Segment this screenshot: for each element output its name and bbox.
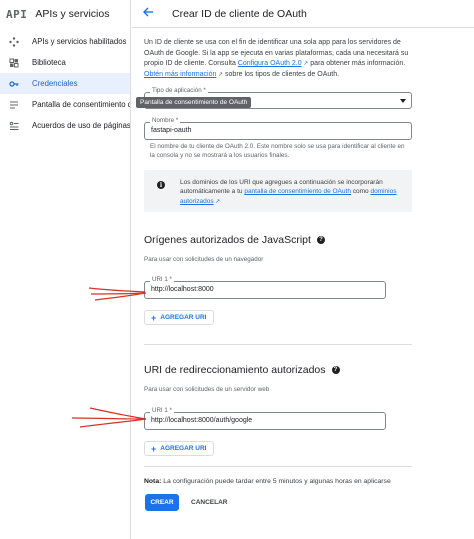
redirect-uris-title-text: URI de redireccionamiento autorizados (144, 364, 326, 376)
name-helper-text: El nombre de tu cliente de OAuth 2.0. Es… (150, 143, 405, 159)
sidebar-header: API APIs y servicios (0, 0, 130, 28)
name-value: fastapi-oauth (151, 127, 192, 134)
api-logo: API (6, 7, 28, 21)
sidebar-item-consent-screen[interactable]: Pantalla de consentimiento de OAuth (0, 94, 130, 115)
uri-value: http://localhost:8000 (151, 286, 214, 293)
external-link-icon: ↗ (213, 198, 221, 205)
sidebar: API APIs y servicios APIs y servicios ha… (0, 0, 131, 539)
redirect-uris-title: URI de redireccionamiento autorizados ? (144, 364, 340, 376)
add-redirect-uri-button[interactable]: + AGREGAR URI (144, 441, 214, 456)
name-field[interactable]: Nombre * fastapi-oauth (144, 117, 412, 140)
domains-notice: i Los dominios de los URI que agregues a… (144, 170, 412, 212)
js-origin-uri-input[interactable]: URI 1 * http://localhost:8000 (144, 276, 386, 299)
notice-text-2: como (352, 188, 369, 196)
help-icon[interactable]: ? (331, 366, 340, 374)
redirect-uri-input[interactable]: URI 1 * http://localhost:8000/auth/googl… (144, 407, 386, 430)
configure-oauth-link[interactable]: Configura OAuth 2.0 (238, 60, 302, 67)
redirect-uris-subtitle: Para usar con solicitudes de un servidor… (144, 386, 270, 393)
add-uri-label: AGREGAR URI (160, 445, 207, 452)
js-origins-title: Orígenes autorizados de JavaScript ? (144, 234, 325, 246)
create-button[interactable]: CREAR (145, 494, 179, 511)
intro-text-2: para obtener más información. (310, 60, 406, 67)
app-type-label: Tipo de aplicación * (150, 87, 208, 94)
add-uri-label: AGREGAR URI (160, 314, 207, 321)
divider (144, 344, 412, 345)
sidebar-item-enabled-apis[interactable]: APIs y servicios habilitados (0, 31, 130, 52)
uri-label: URI 1 * (150, 276, 174, 283)
note-text: La configuración puede tardar entre 5 mi… (163, 478, 391, 485)
sidebar-item-label: Credenciales (32, 79, 78, 88)
key-icon (9, 79, 19, 89)
name-label: Nombre * (150, 117, 181, 124)
help-icon[interactable]: ? (316, 236, 325, 244)
sidebar-item-label: Pantalla de consentimiento de OAuth (32, 100, 130, 109)
config-note: Nota: La configuración puede tardar entr… (144, 478, 391, 485)
intro-text: Un ID de cliente se usa con el fin de id… (144, 38, 412, 80)
library-grid-icon (9, 58, 19, 68)
js-origins-title-text: Orígenes autorizados de JavaScript (144, 234, 311, 246)
note-prefix: Nota: (144, 478, 162, 485)
intro-paragraph: Un ID de cliente se usa con el fin de id… (144, 38, 412, 80)
sidebar-item-page-agreements[interactable]: Acuerdos de uso de páginas (0, 115, 130, 136)
external-link-icon: ↗ (216, 71, 224, 78)
sidebar-item-label: Acuerdos de uso de páginas (32, 121, 130, 130)
page-title: Crear ID de cliente de OAuth (172, 7, 307, 20)
notice-text: Los dominios de los URI que agregues a c… (180, 178, 405, 207)
arrow-back-icon[interactable] (142, 6, 158, 21)
page-header: Crear ID de cliente de OAuth (132, 0, 474, 28)
uri-value: http://localhost:8000/auth/google (151, 417, 253, 424)
sidebar-item-credentials[interactable]: Credenciales (0, 73, 130, 94)
consent-screen-link[interactable]: pantalla de consentimiento de OAuth (244, 188, 351, 195)
uri-label: URI 1 * (150, 407, 174, 414)
divider (144, 466, 412, 467)
sidebar-item-label: Biblioteca (32, 58, 66, 67)
intro-text-3: sobre los tipos de clientes de OAuth. (225, 70, 340, 78)
learn-more-link[interactable]: Obtén más información (144, 71, 216, 78)
cancel-button[interactable]: CANCELAR (186, 494, 232, 511)
diamond-nodes-icon (9, 36, 19, 47)
plus-icon: + (151, 443, 157, 454)
settings-list-icon (9, 121, 19, 131)
tooltip: Pantalla de consentimiento de OAuth (136, 97, 252, 108)
caret-down-icon (400, 99, 406, 103)
sidebar-title: APIs y servicios (35, 8, 110, 20)
sidebar-item-label: APIs y servicios habilitados (32, 37, 127, 46)
add-js-origin-button[interactable]: + AGREGAR URI (144, 310, 214, 325)
plus-icon: + (151, 312, 157, 323)
external-link-icon: ↗ (301, 61, 309, 67)
consent-list-icon (9, 100, 19, 110)
sidebar-item-library[interactable]: Biblioteca (0, 52, 130, 73)
info-icon: i (157, 181, 165, 189)
js-origins-subtitle: Para usar con solicitudes de un navegado… (144, 256, 264, 263)
